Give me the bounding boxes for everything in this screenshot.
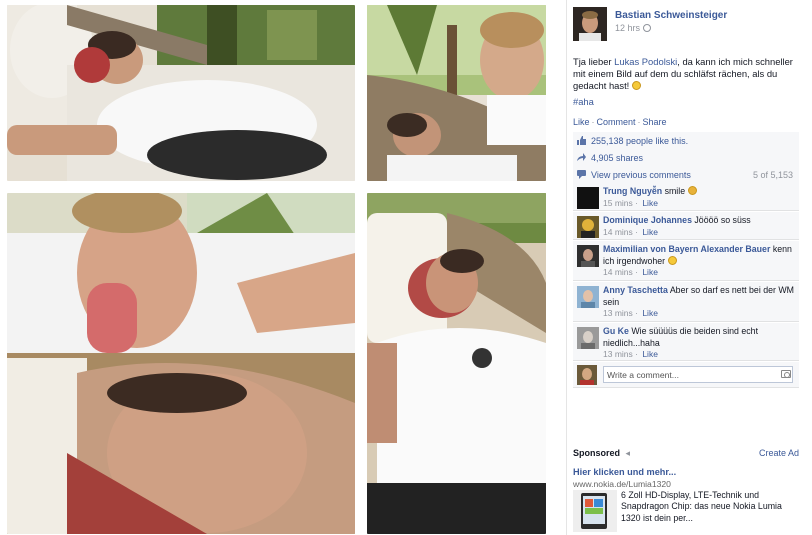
post-text: Tja lieber Lukas Podolski, da kann ich m… (573, 56, 805, 92)
ad-title-link[interactable]: Hier klicken und mehr... (573, 467, 676, 477)
hashtag-link[interactable]: #aha (573, 96, 594, 107)
likes-summary: 255,138 people like this. (573, 132, 799, 150)
ad-description: 6 Zoll HD-Display, LTE-Technik und Snapd… (621, 490, 782, 523)
photo-sleeping-lying-down[interactable] (367, 193, 546, 534)
post-text-prefix: Tja lieber (573, 56, 615, 67)
create-ad-link[interactable]: Create Ad (759, 448, 799, 458)
smile-emoji-icon (631, 81, 641, 90)
comment-like-button[interactable]: Like (642, 198, 658, 208)
comment-text: Jöööö so süss (691, 215, 751, 225)
comment-item: Anny Taschetta Aber so darf es nett bei … (573, 282, 799, 322)
comment-author-link[interactable]: Maximilian von Bayern Alexander Bauer (603, 244, 770, 254)
comment-author-link[interactable]: Gu Ke (603, 326, 629, 336)
comments-icon (576, 169, 587, 180)
comment-like-button[interactable]: Like (642, 227, 658, 237)
globe-icon (643, 24, 652, 32)
write-comment-box (573, 362, 799, 388)
megaphone-icon: ◂ (625, 448, 631, 458)
comment-time[interactable]: 14 mins (603, 267, 633, 277)
shares-summary: 4,905 shares (573, 149, 799, 167)
comment-count: 5 of 5,153 (752, 169, 793, 180)
commenter-avatar[interactable] (577, 187, 599, 209)
post-header: Bastian Schweinsteiger 12 hrs (573, 7, 809, 47)
author-avatar[interactable] (573, 7, 607, 41)
author-name[interactable]: Bastian Schweinsteiger (615, 10, 727, 21)
comment-item: Maximilian von Bayern Alexander Bauer ke… (573, 241, 799, 281)
comment-like-button[interactable]: Like (642, 349, 658, 359)
comment-item: Trung Nguyễn smile 15 mins · Like (573, 183, 799, 211)
smile-emoji-icon (667, 255, 677, 265)
share-button[interactable]: Share (643, 117, 667, 127)
post-time-text: 12 hrs (615, 23, 641, 33)
comment-author-link[interactable]: Trung Nguyễn (603, 186, 662, 196)
commenter-avatar[interactable] (577, 245, 599, 267)
comment-time[interactable]: 15 mins (603, 198, 633, 208)
post-actions: Like · Comment · Share (573, 117, 667, 127)
commenter-avatar[interactable] (577, 286, 599, 308)
comment-time[interactable]: 13 mins (603, 349, 633, 359)
like-button[interactable]: Like (573, 117, 590, 127)
sponsored-header: Sponsored ◂ Create Ad (573, 448, 799, 462)
post-timestamp[interactable]: 12 hrs (615, 23, 652, 33)
camera-icon[interactable] (781, 370, 791, 378)
commenter-avatar[interactable] (577, 216, 599, 238)
mention-link[interactable]: Lukas Podolski (614, 56, 677, 67)
share-icon (576, 152, 587, 163)
comment-item: Gu Ke Wie süüüüs die beiden sind echt ni… (573, 323, 799, 361)
smile-emoji-icon (687, 186, 697, 195)
comment-like-button[interactable]: Like (642, 267, 658, 277)
comment-input[interactable] (603, 366, 793, 383)
ad-image-phone[interactable] (573, 490, 617, 532)
likes-count-link[interactable]: 255,138 people like this. (591, 136, 688, 146)
view-previous-comments-link[interactable]: View previous comments (591, 170, 691, 180)
shares-count-link[interactable]: 4,905 shares (591, 153, 643, 163)
photo-sleeping-on-couch[interactable] (7, 5, 355, 181)
comment-item: Dominique Johannes Jöööö so süss 14 mins… (573, 212, 799, 240)
comment-text: smile (662, 186, 688, 196)
comment-author-link[interactable]: Anny Taschetta (603, 285, 668, 295)
thumbs-up-icon (576, 135, 587, 146)
post-sidebar: Bastian Schweinsteiger 12 hrs Tja lieber… (566, 0, 812, 535)
commenter-avatar[interactable] (577, 327, 599, 349)
photo-tongue-out-selfie[interactable] (7, 193, 355, 534)
photo-selfie-with-sleeping-friend[interactable] (367, 5, 546, 181)
comment-time[interactable]: 14 mins (603, 227, 633, 237)
comment-author-link[interactable]: Dominique Johannes (603, 215, 692, 225)
comment-button[interactable]: Comment (597, 117, 636, 127)
view-previous-row: View previous comments 5 of 5,153 (573, 166, 799, 184)
viewer-avatar (577, 365, 597, 385)
sponsored-title: Sponsored (573, 448, 621, 458)
comment-like-button[interactable]: Like (642, 308, 658, 318)
comment-time[interactable]: 13 mins (603, 308, 633, 318)
ad-url[interactable]: www.nokia.de/Lumia1320 (573, 479, 671, 489)
